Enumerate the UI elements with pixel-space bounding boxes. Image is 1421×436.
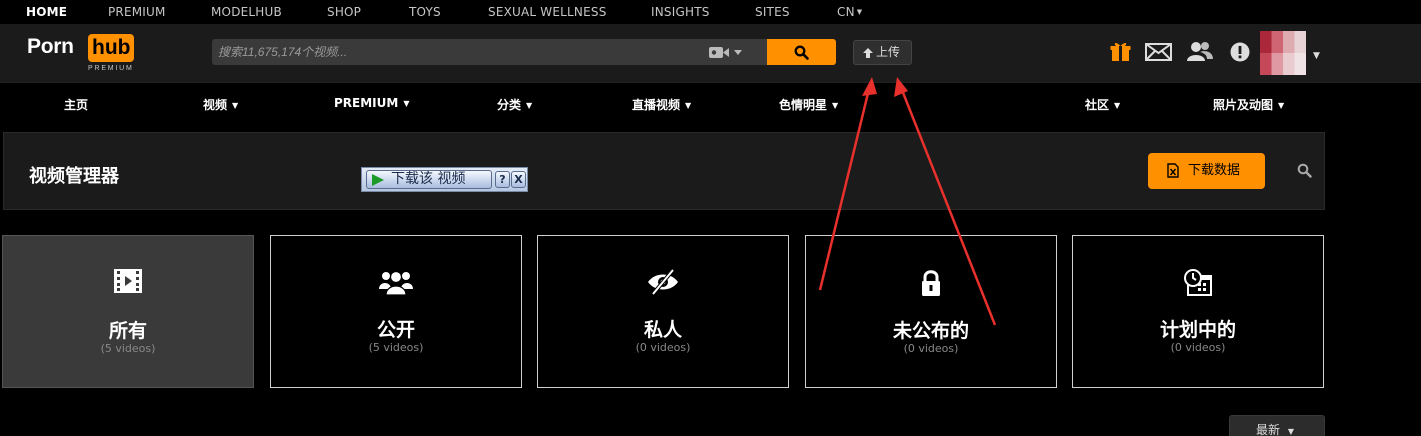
search-button[interactable] [767, 39, 836, 65]
card-count: (0 videos) [903, 342, 959, 355]
card-count: (5 videos) [368, 341, 424, 354]
top-bar: HOME PREMIUM MODELHUB SHOP TOYS SEXUAL W… [0, 0, 1421, 24]
caret-down-icon[interactable]: ▼ [1313, 51, 1320, 61]
download-video-widget: 下载该 视频 ? X [361, 167, 528, 192]
nav-pornstars-label: 色情明星 [779, 98, 828, 112]
nav-videos[interactable]: 视频 ▼ [203, 96, 238, 113]
card-count: (0 videos) [635, 341, 691, 354]
card-label: 所有 [108, 320, 147, 342]
sort-label: 最新 [1256, 423, 1281, 436]
filter-card-public[interactable]: 公开 (5 videos) [270, 235, 522, 388]
topnav-shop[interactable]: SHOP [327, 5, 361, 19]
nav-community[interactable]: 社区 ▼ [1085, 96, 1120, 113]
topnav-modelhub[interactable]: MODELHUB [211, 5, 282, 19]
nav-premium[interactable]: PREMIUM ▼ [334, 96, 409, 110]
upload-button[interactable]: 上传 [853, 40, 912, 65]
caret-down-icon: ▼ [526, 101, 533, 110]
caret-down-icon: ▼ [685, 101, 692, 110]
nav-photos-label: 照片及动图 [1213, 98, 1274, 112]
topnav-language[interactable]: CN ▼ [837, 5, 862, 19]
nav-photos[interactable]: 照片及动图 ▼ [1213, 96, 1284, 113]
video-manager-panel: 视频管理器 [3, 132, 1325, 210]
topnav-home[interactable]: HOME [26, 5, 67, 19]
lock-icon [922, 270, 940, 296]
schedule-icon [1184, 269, 1212, 296]
nav-home[interactable]: 主页 [64, 96, 88, 113]
gift-icon[interactable] [1110, 41, 1131, 62]
search-box [212, 39, 767, 65]
download-data-button[interactable]: 下载数据 [1148, 153, 1265, 189]
header: Porn hub PREMIUM 上传 [0, 24, 1421, 82]
mail-icon[interactable] [1145, 43, 1172, 61]
nav-pornstars[interactable]: 色情明星 ▼ [779, 96, 838, 113]
close-button[interactable]: X [511, 171, 526, 188]
topnav-sites[interactable]: SITES [755, 5, 790, 19]
help-button[interactable]: ? [495, 171, 510, 188]
logo-subtitle: PREMIUM [88, 65, 134, 72]
nav-videos-label: 视频 [203, 98, 228, 112]
upload-label: 上传 [876, 45, 901, 59]
nav-live[interactable]: 直播视频 ▼ [632, 96, 691, 113]
alert-icon[interactable] [1230, 42, 1250, 62]
caret-down-icon: ▼ [232, 101, 239, 110]
nav-community-label: 社区 [1085, 98, 1110, 112]
play-icon [372, 174, 384, 186]
nav-live-label: 直播视频 [632, 98, 681, 112]
caret-down-icon: ▼ [1278, 101, 1285, 110]
card-label: 未公布的 [892, 320, 969, 342]
logo-text-left: Porn [27, 35, 74, 58]
avatar[interactable] [1260, 31, 1306, 75]
nav-categories-label: 分类 [497, 98, 522, 112]
users-icon [379, 270, 413, 295]
sort-dropdown[interactable]: 最新 ▼ [1229, 415, 1325, 436]
topnav-insights[interactable]: INSIGHTS [651, 5, 710, 19]
excel-file-icon [1167, 163, 1179, 178]
language-label: CN [837, 5, 855, 19]
filter-card-all[interactable]: 所有 (5 videos) [2, 235, 254, 388]
upload-arrow-icon [863, 48, 873, 58]
caret-down-icon: ▼ [832, 101, 839, 110]
eye-slash-icon [648, 269, 678, 295]
filter-card-unpublished[interactable]: 未公布的 (0 videos) [805, 235, 1057, 388]
search-icon [794, 45, 809, 60]
download-data-label: 下载数据 [1188, 163, 1241, 178]
card-label: 公开 [376, 319, 415, 341]
topnav-toys[interactable]: TOYS [409, 5, 441, 19]
caret-down-icon: ▼ [1287, 427, 1294, 436]
nav-categories[interactable]: 分类 ▼ [497, 96, 532, 113]
caret-down-icon: ▼ [1114, 101, 1121, 110]
film-icon [114, 269, 142, 293]
card-label: 私人 [643, 319, 682, 341]
caret-down-icon: ▼ [856, 8, 863, 16]
download-video-label: 下载该 视频 [391, 171, 466, 187]
filter-card-scheduled[interactable]: 计划中的 (0 videos) [1072, 235, 1324, 388]
search-icon[interactable] [1297, 163, 1312, 178]
page-title: 视频管理器 [29, 166, 119, 187]
nav-premium-label: PREMIUM [334, 96, 399, 110]
search-input[interactable] [212, 39, 702, 65]
caret-down-icon: ▼ [403, 99, 410, 108]
topnav-premium[interactable]: PREMIUM [108, 5, 166, 19]
site-logo[interactable]: Porn hub PREMIUM [27, 33, 142, 75]
card-count: (0 videos) [1170, 341, 1226, 354]
topnav-sexual-wellness[interactable]: SEXUAL WELLNESS [488, 5, 607, 19]
download-video-button[interactable]: 下载该 视频 [366, 170, 492, 189]
card-label: 计划中的 [1159, 319, 1236, 341]
logo-text-right: hub [88, 34, 135, 62]
card-count: (5 videos) [100, 342, 156, 355]
video-camera-icon[interactable] [709, 45, 747, 60]
friends-icon[interactable] [1187, 41, 1213, 61]
filter-card-private[interactable]: 私人 (0 videos) [537, 235, 789, 388]
main-nav: 主页 视频 ▼ PREMIUM ▼ 分类 ▼ 直播视频 ▼ 色情明星 ▼ 社区 ▼ 照片及动… [0, 82, 1421, 123]
